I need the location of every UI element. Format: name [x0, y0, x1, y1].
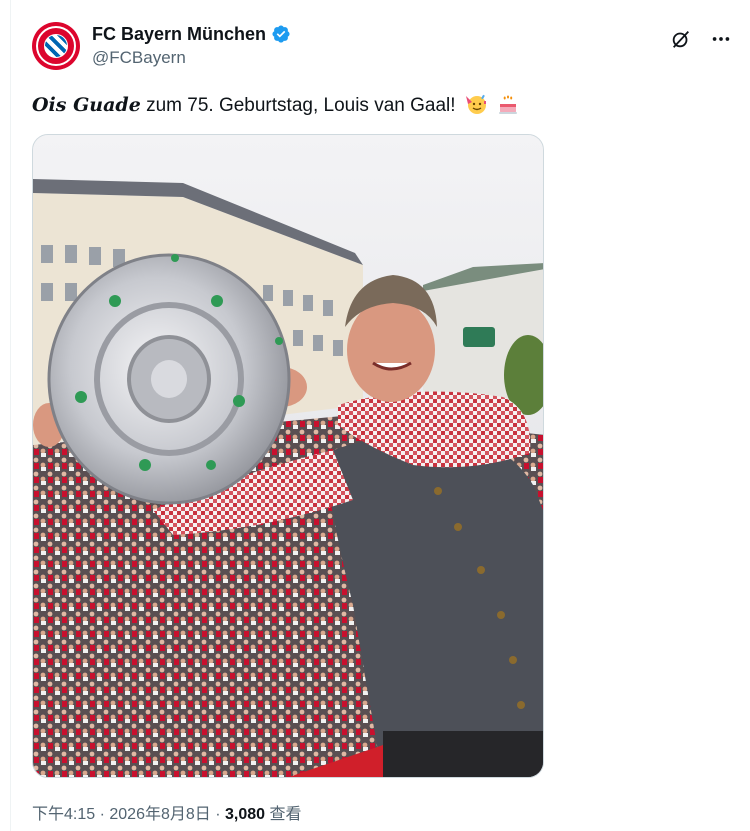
account-names: FC Bayern München @FCBayern — [92, 23, 291, 69]
account-handle[interactable]: @FCBayern — [92, 47, 291, 69]
photo-louis-van-gaal-trophy — [33, 135, 543, 777]
more-dots-icon[interactable] — [710, 28, 732, 50]
tweet-time[interactable]: 下午4:15 — [32, 806, 95, 823]
views-count[interactable]: 3,080 — [225, 806, 265, 823]
timeline-divider — [10, 0, 11, 831]
tweet-text-emphasis: Ois Guade — [32, 94, 141, 116]
birthday-cake-emoji-icon — [499, 95, 518, 114]
meta-separator: · — [95, 806, 110, 823]
tweet-header: FC Bayern München @FCBayern — [32, 20, 732, 72]
meta-separator-2: · — [210, 806, 225, 823]
tweet-date[interactable]: 2026年8月8日 — [109, 806, 210, 823]
tweet-detail: FC Bayern München @FCBayern Ois Guade zu… — [0, 0, 750, 831]
tweet-text: Ois Guade zum 75. Geburtstag, Louis van … — [32, 91, 520, 120]
fc-bayern-logo-icon — [36, 26, 76, 66]
views-label: 查看 — [265, 806, 302, 823]
tweet-media-photo[interactable] — [32, 134, 544, 778]
tweet-text-body: zum 75. Geburtstag, Louis van Gaal! — [140, 95, 456, 116]
header-actions — [670, 28, 732, 50]
display-name[interactable]: FC Bayern München — [92, 23, 266, 45]
party-face-emoji-icon — [465, 94, 486, 114]
slash-circle-icon[interactable] — [670, 28, 692, 50]
avatar[interactable] — [32, 22, 80, 70]
tweet-meta: 下午4:15 · 2026年8月8日 · 3,080 查看 — [32, 800, 302, 824]
verified-badge-icon — [272, 25, 290, 43]
